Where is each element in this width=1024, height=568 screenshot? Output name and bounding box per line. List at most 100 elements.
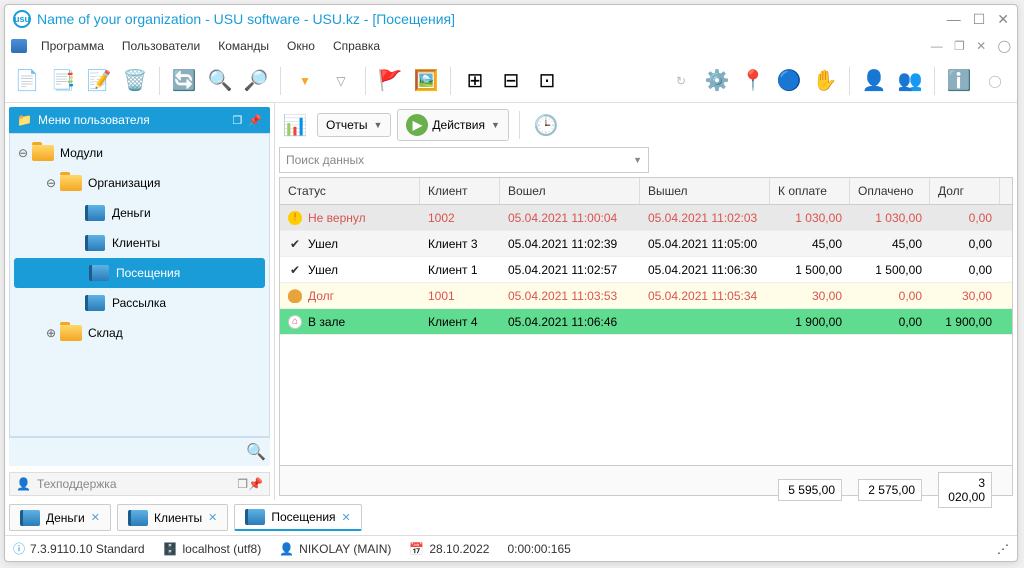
- clear-filter-button[interactable]: ▽: [325, 65, 357, 97]
- child-minimize-button[interactable]: —: [931, 39, 943, 53]
- cell-out: 05.04.2021 11:05:34: [640, 289, 770, 303]
- search-placeholder: Поиск данных: [286, 153, 364, 167]
- maximize-button[interactable]: ☐: [973, 11, 986, 28]
- table-row[interactable]: ✔УшелКлиент 105.04.2021 11:02:5705.04.20…: [280, 257, 1012, 283]
- image-button[interactable]: 🖼️: [410, 65, 442, 97]
- search-input[interactable]: Поиск данных ▼: [279, 147, 649, 173]
- cell-client: Клиент 1: [420, 263, 500, 277]
- close-tab-icon[interactable]: ✕: [342, 511, 351, 524]
- tab-Клиенты[interactable]: Клиенты✕: [117, 504, 228, 531]
- tree-view-button[interactable]: ⊡: [531, 65, 563, 97]
- cell-client: Клиент 3: [420, 237, 500, 251]
- resize-grip-icon[interactable]: ⋰: [997, 542, 1009, 556]
- delete-doc-button[interactable]: 🗑️: [119, 65, 151, 97]
- flag-button[interactable]: 🚩: [374, 65, 406, 97]
- tree-node-warehouse[interactable]: ⊕ Склад: [10, 318, 269, 348]
- table-row[interactable]: !Не вернул100205.04.2021 11:00:0405.04.2…: [280, 205, 1012, 231]
- user-menu-header: 📁 Меню пользователя ❐ 📌: [9, 107, 270, 133]
- cell-in: 05.04.2021 11:02:57: [500, 263, 640, 277]
- support-panel-header[interactable]: 👤 Техподдержка ❐ 📌: [9, 472, 270, 496]
- copy-doc-button[interactable]: 📑: [47, 65, 79, 97]
- menu-program[interactable]: Программа: [33, 36, 112, 56]
- total-due: 5 595,00: [778, 479, 842, 501]
- status-host: 🗄️ localhost (utf8): [163, 542, 262, 556]
- clock-button[interactable]: 🕒: [530, 109, 562, 141]
- cell-debt: 1 900,00: [930, 315, 1000, 329]
- restore-panel-icon[interactable]: ❐: [232, 114, 242, 127]
- restore-panel-icon[interactable]: ❐: [237, 477, 248, 491]
- status-date: 📅 28.10.2022: [409, 542, 489, 556]
- menu-commands[interactable]: Команды: [210, 36, 277, 56]
- tree-node-mailing[interactable]: Рассылка: [10, 288, 269, 318]
- people-button[interactable]: 👥: [894, 65, 926, 97]
- document-tabs: Деньги✕Клиенты✕Посещения✕: [5, 500, 1017, 535]
- settings-button[interactable]: ⚙️: [701, 65, 733, 97]
- tree-node-modules[interactable]: ⊖ Модули: [10, 138, 269, 168]
- tree-node-clients[interactable]: Клиенты: [10, 228, 269, 258]
- folder-icon: [32, 145, 54, 161]
- pin-panel-icon[interactable]: 📌: [248, 114, 262, 127]
- window-controls: — ☐ ✕: [947, 11, 1009, 28]
- hand-button[interactable]: ✋: [809, 65, 841, 97]
- col-status[interactable]: Статус: [280, 178, 420, 204]
- edit-doc-button[interactable]: 📝: [83, 65, 115, 97]
- table-row[interactable]: ⬤Долг100105.04.2021 11:03:5305.04.2021 1…: [280, 283, 1012, 309]
- location-button[interactable]: 📍: [737, 65, 769, 97]
- filter-button[interactable]: ▼: [289, 65, 321, 97]
- col-paid[interactable]: Оплачено: [850, 178, 930, 204]
- col-client[interactable]: Клиент: [420, 178, 500, 204]
- history-icon[interactable]: ↻: [665, 65, 697, 97]
- cell-paid: 1 500,00: [850, 263, 930, 277]
- close-tab-icon[interactable]: ✕: [208, 511, 217, 524]
- expand-icon[interactable]: ⊕: [44, 326, 58, 340]
- support-title: Техподдержка: [37, 477, 237, 491]
- module-icon: [85, 205, 105, 221]
- person-button[interactable]: 👤: [858, 65, 890, 97]
- tree-search-icon[interactable]: 🔍: [246, 444, 266, 461]
- database-icon: 🗄️: [163, 542, 178, 556]
- color-picker-button[interactable]: 🔵: [773, 65, 805, 97]
- table-row[interactable]: ✔УшелКлиент 305.04.2021 11:02:3905.04.20…: [280, 231, 1012, 257]
- help-icon[interactable]: ◯: [979, 65, 1011, 97]
- search-row: Поиск данных ▼: [279, 143, 1013, 177]
- new-doc-button[interactable]: 📄: [11, 65, 43, 97]
- col-due[interactable]: К оплате: [770, 178, 850, 204]
- chevron-down-icon: ▼: [491, 120, 500, 130]
- tree-node-organization[interactable]: ⊖ Организация: [10, 168, 269, 198]
- col-out[interactable]: Вышел: [640, 178, 770, 204]
- tree-node-visits[interactable]: Посещения: [14, 258, 265, 288]
- child-restore-button[interactable]: ❐: [954, 39, 965, 53]
- zoom-button[interactable]: 🔎: [240, 65, 272, 97]
- close-button[interactable]: ✕: [997, 11, 1009, 28]
- list-view-icon[interactable]: 📊: [279, 109, 311, 141]
- tree-node-money[interactable]: Деньги: [10, 198, 269, 228]
- cell-debt: 30,00: [930, 289, 1000, 303]
- col-in[interactable]: Вошел: [500, 178, 640, 204]
- collapse-icon[interactable]: ⊖: [16, 146, 30, 160]
- module-icon: [20, 510, 40, 526]
- child-close-button[interactable]: ✕: [976, 39, 986, 53]
- expand-tree-button[interactable]: ⊞: [459, 65, 491, 97]
- col-debt[interactable]: Долг: [930, 178, 1000, 204]
- reports-button[interactable]: Отчеты▼: [317, 113, 391, 137]
- refresh-button[interactable]: 🔄: [168, 65, 200, 97]
- close-tab-icon[interactable]: ✕: [91, 511, 100, 524]
- tree-tools: 🔍: [9, 437, 270, 466]
- tab-Деньги[interactable]: Деньги✕: [9, 504, 111, 531]
- pin-panel-icon[interactable]: 📌: [248, 477, 263, 491]
- menu-window[interactable]: Окно: [279, 36, 323, 56]
- collapse-tree-button[interactable]: ⊟: [495, 65, 527, 97]
- minimize-button[interactable]: —: [947, 11, 961, 28]
- search-button[interactable]: 🔍: [204, 65, 236, 97]
- menu-help[interactable]: Справка: [325, 36, 388, 56]
- tree-label: Организация: [88, 176, 160, 190]
- person-icon: 👤: [16, 477, 31, 491]
- table-row[interactable]: ⌂В залеКлиент 405.04.2021 11:06:461 900,…: [280, 309, 1012, 335]
- child-help-button[interactable]: ◯: [998, 39, 1011, 53]
- toolbar-separator: [159, 67, 160, 95]
- info-button[interactable]: ℹ️: [943, 65, 975, 97]
- collapse-icon[interactable]: ⊖: [44, 176, 58, 190]
- menu-users[interactable]: Пользователи: [114, 36, 208, 56]
- actions-button[interactable]: ▶ Действия▼: [397, 109, 509, 141]
- tab-Посещения[interactable]: Посещения✕: [234, 504, 361, 531]
